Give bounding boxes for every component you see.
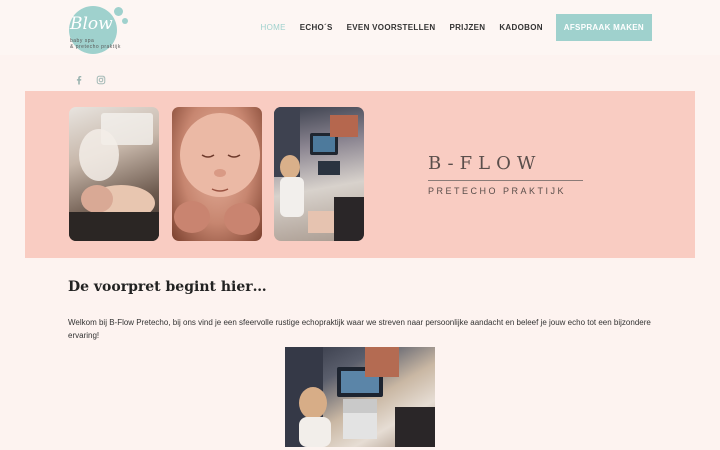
logo-text: Blow — [70, 14, 113, 34]
logo-bubble — [114, 7, 123, 16]
logo-subtitle-2: & pretecho praktijk — [70, 44, 121, 50]
hero-banner: B-FLOW PRETECHO PRAKTIJK — [25, 91, 695, 258]
clinic-photo — [274, 107, 364, 241]
logo-bubble — [122, 18, 128, 24]
nav-item-home[interactable]: HOME — [254, 23, 293, 32]
main-nav: HOME ECHO´S EVEN VOORSTELLEN PRIJZEN KAD… — [254, 0, 720, 55]
brand-title: B-FLOW — [428, 153, 542, 174]
nav-item-echos[interactable]: ECHO´S — [293, 23, 340, 32]
instagram-icon[interactable] — [96, 72, 106, 85]
social-links — [74, 72, 106, 85]
page-heading: De voorpret begint hier… — [68, 279, 267, 295]
site-header: Blow baby spa & pretecho praktijk HOME E… — [0, 0, 720, 55]
baby-photo — [172, 107, 262, 241]
brand-subtitle: PRETECHO PRAKTIJK — [428, 186, 567, 196]
nav-item-even-voorstellen[interactable]: EVEN VOORSTELLEN — [340, 23, 443, 32]
facebook-icon[interactable] — [74, 72, 84, 85]
echo-room-photo — [285, 347, 435, 447]
site-logo[interactable]: Blow baby spa & pretecho praktijk — [66, 4, 132, 54]
ultrasound-exam-photo — [69, 107, 159, 241]
afspraak-maken-button[interactable]: AFSPRAAK MAKEN — [555, 14, 652, 41]
intro-text: Welkom bij B-Flow Pretecho, bij ons vind… — [68, 318, 651, 340]
brand-divider — [428, 180, 583, 181]
nav-item-prijzen[interactable]: PRIJZEN — [442, 23, 492, 32]
nav-item-kadobon[interactable]: KADOBON — [492, 23, 549, 32]
